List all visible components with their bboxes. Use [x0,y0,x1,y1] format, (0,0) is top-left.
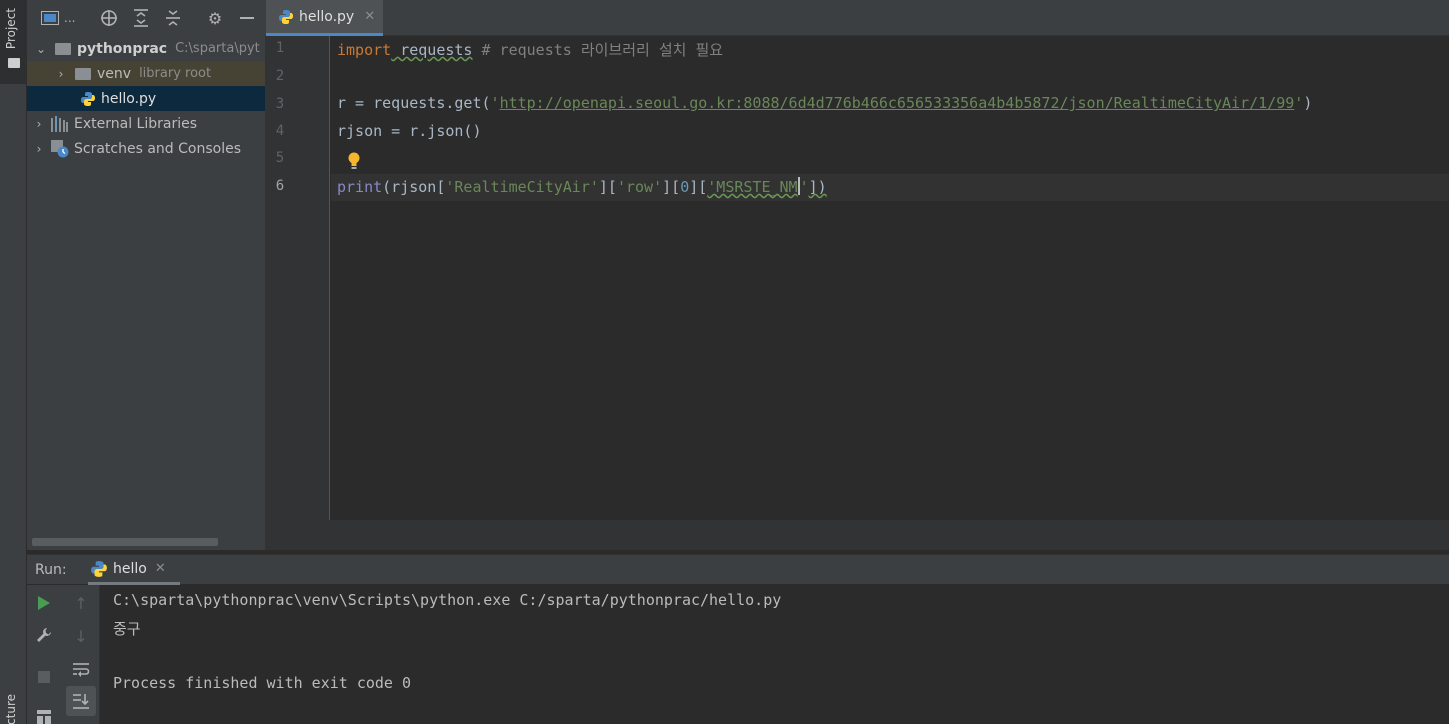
string-quote: ' [1294,94,1304,112]
line-number: 1 [275,40,285,56]
up-arrow-icon[interactable]: ↑ [67,589,95,617]
comment: # requests 라이브러리 설치 필요 [481,41,724,59]
locate-icon[interactable] [95,6,123,30]
tree-item-external-libraries[interactable]: › External Libraries [27,111,265,136]
project-panel: ... ⚙ ⌄ pythonprac C:\sparta\pyt › venv … [27,0,265,550]
structure-tool-tab[interactable]: Structure [0,694,27,724]
code-line-3: r = requests.get('http://openapi.seoul.g… [337,94,1312,112]
string-literal: 'MSRSTE_NM [707,178,798,196]
code-editor[interactable]: import requests # requests 라이브러리 설치 필요 r… [331,36,1449,520]
close-icon[interactable]: ✕ [155,561,166,576]
code-text: ][ [598,178,617,196]
editor-tab-bar: hello.py ✕ [265,0,1449,36]
code-text: ][ [689,178,708,196]
python-file-icon [91,560,107,577]
run-label: Run: [35,561,67,578]
string-quote: ' [799,178,809,196]
code-text: ]) [808,178,827,196]
code-line-1: import requests # requests 라이브러리 설치 필요 [337,39,723,60]
horizontal-scrollbar[interactable] [32,538,218,546]
chevron-right-icon[interactable]: › [31,142,47,156]
run-icon[interactable] [30,589,58,617]
scroll-to-end-icon[interactable] [66,686,96,716]
collapse-all-icon[interactable] [159,6,187,30]
run-toolbar-primary [27,585,61,724]
string-literal: 'row' [616,178,663,196]
console-command-line: C:\sparta\pythonprac\venv\Scripts\python… [113,591,782,609]
folder-icon [8,58,20,68]
tree-item-hello-py[interactable]: hello.py [27,86,265,111]
project-toolbar: ... ⚙ [27,0,265,36]
view-dropdown-ellipsis: ... [64,11,76,25]
module-name: requests [391,41,473,59]
code-text: ) [1303,94,1313,112]
python-file-icon [81,91,95,106]
venv-hint: library root [139,66,212,81]
project-tool-tab[interactable]: Project [0,0,27,84]
chevron-right-icon[interactable]: › [31,117,47,131]
file-name: hello.py [101,90,157,107]
chevron-right-icon[interactable]: › [53,67,69,81]
code-text: rjson = r.json() [337,122,482,140]
venv-name: venv [97,65,132,82]
expand-all-icon[interactable] [127,6,155,30]
line-number: 6 [275,178,285,194]
stop-icon[interactable] [30,663,58,691]
lightbulb-icon[interactable] [347,152,361,170]
string-literal: 'RealtimeCityAir' [445,178,599,196]
line-number: 2 [275,68,285,84]
soft-wrap-icon[interactable] [67,655,95,683]
python-file-icon [279,9,293,24]
minimize-icon[interactable] [233,6,261,30]
scratches-icon [51,139,69,157]
run-tab-label: hello [113,560,147,577]
tree-root-pythonprac[interactable]: ⌄ pythonprac C:\sparta\pyt [27,36,265,61]
editor-breadcrumb-bar [265,520,1449,550]
code-text: (rjson[ [382,178,446,196]
console-output-line: 중구 [113,620,141,638]
run-panel-header: Run: hello ✕ [27,554,1449,585]
line-number: 4 [275,123,285,139]
run-console[interactable]: C:\sparta\pythonprac\venv\Scripts\python… [100,585,1449,724]
library-icon [51,115,68,132]
gear-icon[interactable]: ⚙ [201,6,229,30]
project-view-icon[interactable]: ... [41,6,83,30]
builtin-print: print [337,178,383,196]
run-tab-hello[interactable]: hello ✕ [88,555,180,585]
line-number: 3 [275,96,285,112]
project-tool-label: Project [4,8,18,50]
code-text: r = requests.get( [337,94,491,112]
tree-item-scratches[interactable]: › Scratches and Consoles [27,136,265,161]
tab-label: hello.py [299,8,355,25]
tree-item-venv[interactable]: › venv library root [27,61,265,86]
url-link[interactable]: http://openapi.seoul.go.kr:8088/6d4d776b… [500,94,1295,112]
root-name: pythonprac [77,40,168,57]
code-line-4: rjson = r.json() [337,122,482,140]
run-toolbar-secondary: ↑ ↓ [61,585,100,724]
line-number-gutter: 1 2 3 4 5 6 [265,36,330,520]
down-arrow-icon[interactable]: ↓ [67,622,95,650]
folder-icon [55,42,71,55]
scratches-label: Scratches and Consoles [74,140,241,157]
layout-icon[interactable] [30,703,58,724]
close-icon[interactable]: ✕ [364,9,375,24]
code-text: ][ [662,178,681,196]
number-literal: 0 [680,178,690,196]
folder-icon [75,67,91,80]
line-number: 5 [275,150,285,166]
tool-window-stripe: Project Structure [0,0,27,724]
external-libraries-label: External Libraries [74,115,197,132]
chevron-down-icon[interactable]: ⌄ [33,42,49,56]
structure-tool-label: Structure [4,694,18,724]
keyword-import: import [337,41,392,59]
string-quote: ' [490,94,500,112]
wrench-icon[interactable] [30,621,58,649]
console-exit-line: Process finished with exit code 0 [113,674,412,692]
code-line-6: print(rjson['RealtimeCityAir']['row'][0]… [337,177,827,196]
tab-hello-py[interactable]: hello.py ✕ [266,0,383,36]
root-path: C:\sparta\pyt [175,41,260,56]
